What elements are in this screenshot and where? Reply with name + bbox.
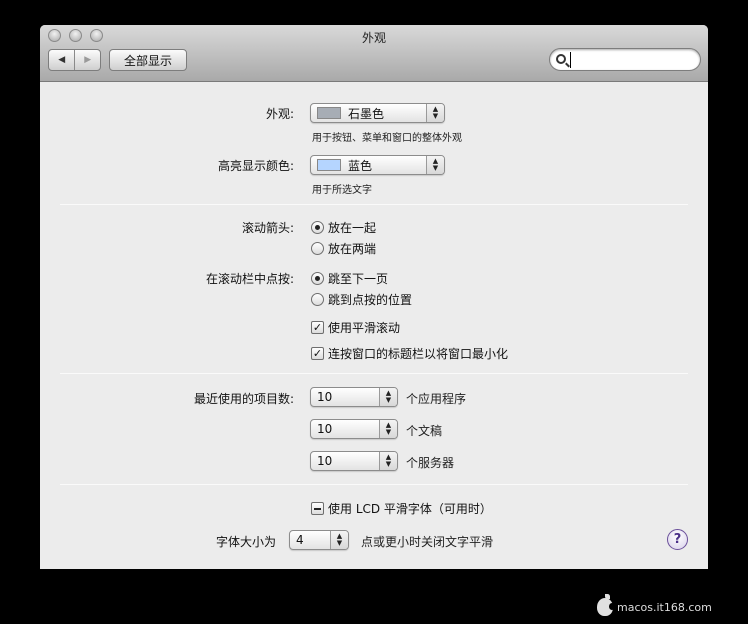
scroll-arrows-ends-radio[interactable]: 放在两端 (311, 240, 376, 257)
highlight-popup-value: 蓝色 (348, 158, 373, 173)
apple-logo-icon (597, 594, 615, 616)
separator (60, 204, 688, 205)
checkmark-icon: ✓ (311, 321, 324, 334)
lcd-font-smoothing-checkbox[interactable]: 使用 LCD 平滑字体（可用时） (311, 500, 492, 517)
appearance-label: 外观: (265, 107, 294, 121)
popup-value: 10 (317, 390, 333, 404)
radio-label: 放在一起 (328, 221, 377, 235)
popup-arrows-icon: ▲ ▼ (426, 156, 444, 174)
checkbox-label: 连按窗口的标题栏以将窗口最小化 (328, 347, 509, 361)
highlight-label: 高亮显示颜色: (217, 159, 294, 173)
highlight-popup[interactable]: 蓝色 ▲ ▼ (310, 155, 445, 175)
recent-applications-suffix: 个应用程序 (406, 392, 467, 406)
back-button[interactable]: ◀ (49, 50, 74, 70)
radio-button-icon (311, 221, 324, 234)
watermark-text: macos.it168.com (617, 600, 712, 614)
radio-button-icon (311, 242, 324, 255)
font-size-prefix: 字体大小为 (215, 535, 276, 549)
forward-button[interactable]: ▶ (74, 50, 100, 70)
preferences-window: 外观 ◀ ▶ 全部显示 外观: 石墨色 ▲ ▼ 用于按钮、菜单和窗口的整体外观 高… (40, 25, 708, 569)
appearance-popup[interactable]: 石墨色 ▲ ▼ (310, 103, 445, 123)
scroll-click-next-page-radio[interactable]: 跳至下一页 (311, 270, 388, 287)
help-button[interactable]: ? (667, 529, 688, 550)
highlight-swatch (317, 159, 341, 171)
recent-servers-popup[interactable]: 10 ▲ ▼ (310, 451, 398, 471)
double-click-minimize-checkbox[interactable]: ✓ 连按窗口的标题栏以将窗口最小化 (311, 345, 508, 362)
separator (60, 373, 688, 374)
mixed-state-icon (311, 502, 324, 515)
popup-value: 10 (317, 422, 333, 436)
scroll-click-position-radio[interactable]: 跳到点按的位置 (311, 291, 412, 308)
scroll-arrows-together-radio[interactable]: 放在一起 (311, 219, 376, 236)
separator (60, 484, 688, 485)
checkbox-label: 使用 LCD 平滑字体（可用时） (328, 502, 492, 516)
search-icon (556, 54, 566, 64)
forward-arrow-icon: ▶ (84, 55, 92, 65)
smooth-scroll-checkbox[interactable]: ✓ 使用平滑滚动 (311, 319, 400, 336)
radio-label: 跳至下一页 (328, 272, 389, 286)
recent-documents-suffix: 个文稿 (406, 424, 443, 438)
search-input[interactable] (570, 52, 694, 68)
recent-items-label: 最近使用的项目数: (193, 392, 294, 406)
scroll-arrows-label: 滚动箭头: (241, 221, 294, 235)
recent-applications-popup[interactable]: 10 ▲ ▼ (310, 387, 398, 407)
watermark: macos.it168.com (597, 594, 712, 616)
popup-arrows-icon: ▲ ▼ (379, 420, 397, 438)
font-size-suffix: 点或更小时关闭文字平滑 (361, 535, 494, 549)
radio-button-icon (311, 272, 324, 285)
popup-arrows-icon: ▲ ▼ (379, 388, 397, 406)
window-title: 外观 (361, 31, 386, 45)
back-forward-control: ◀ ▶ (48, 49, 101, 71)
window-toolbar: 外观 ◀ ▶ 全部显示 (40, 25, 708, 82)
recent-documents-popup[interactable]: 10 ▲ ▼ (310, 419, 398, 439)
search-field[interactable] (549, 48, 701, 71)
show-all-button[interactable]: 全部显示 (109, 49, 187, 71)
radio-label: 跳到点按的位置 (328, 293, 413, 307)
highlight-description: 用于所选文字 (312, 185, 372, 196)
popup-value: 4 (296, 533, 304, 547)
popup-arrows-icon: ▲ ▼ (330, 531, 348, 549)
appearance-swatch (317, 107, 341, 119)
question-mark-icon: ? (673, 532, 682, 547)
recent-servers-suffix: 个服务器 (406, 456, 455, 470)
radio-label: 放在两端 (328, 242, 377, 256)
font-size-popup[interactable]: 4 ▲ ▼ (289, 530, 349, 550)
popup-value: 10 (317, 454, 333, 468)
radio-button-icon (311, 293, 324, 306)
checkbox-label: 使用平滑滚动 (328, 321, 401, 335)
popup-arrows-icon: ▲ ▼ (379, 452, 397, 470)
scroll-click-label: 在滚动栏中点按: (205, 272, 294, 286)
appearance-popup-value: 石墨色 (348, 106, 385, 121)
checkmark-icon: ✓ (311, 347, 324, 360)
appearance-description: 用于按钮、菜单和窗口的整体外观 (312, 133, 462, 144)
back-arrow-icon: ◀ (58, 55, 66, 65)
popup-arrows-icon: ▲ ▼ (426, 104, 444, 122)
